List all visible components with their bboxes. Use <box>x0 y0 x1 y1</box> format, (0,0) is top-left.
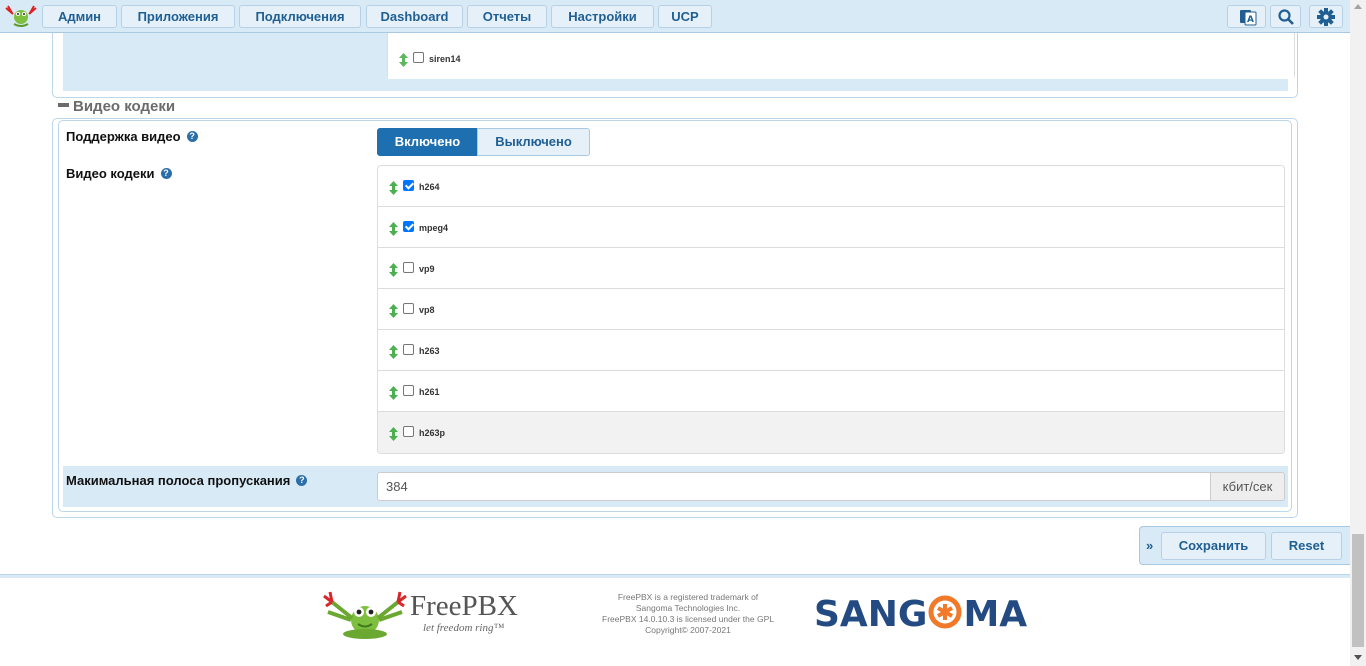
codec-checkbox[interactable] <box>403 385 414 396</box>
help-icon[interactable]: ? <box>186 131 198 143</box>
drag-handle-icon[interactable] <box>389 427 398 441</box>
drag-handle-icon[interactable] <box>389 345 398 359</box>
codec-checkbox[interactable] <box>403 180 414 191</box>
codec-label: h263 <box>419 346 440 356</box>
svg-text:A: A <box>1247 15 1254 25</box>
codec-checkbox[interactable] <box>403 303 414 314</box>
codec-checkbox[interactable] <box>403 426 414 437</box>
list-item: vp8 <box>378 289 1284 330</box>
vertical-scrollbar[interactable] <box>1350 0 1366 666</box>
nav-reports[interactable]: Отчеты <box>467 5 547 28</box>
codec-label: vp8 <box>419 305 435 315</box>
language-button[interactable]: A <box>1227 5 1266 28</box>
bandwidth-unit-addon: кбит/сек <box>1210 472 1285 501</box>
list-item: vp9 <box>378 248 1284 289</box>
codec-label: h263p <box>419 428 446 438</box>
reset-button[interactable]: Reset <box>1271 532 1342 560</box>
drag-handle-icon[interactable] <box>389 304 398 318</box>
codec-label: siren14 <box>429 54 461 64</box>
footer-divider <box>0 574 1350 578</box>
video-codecs-section-header[interactable]: Видео кодеки <box>58 98 175 116</box>
settings-button[interactable] <box>1309 5 1343 28</box>
sangoma-asterisk-icon <box>928 595 962 629</box>
scroll-down-icon[interactable] <box>1354 655 1362 660</box>
double-chevron-right-icon[interactable]: » <box>1146 538 1153 553</box>
nav-admin[interactable]: Админ <box>42 5 117 28</box>
codec-checkbox[interactable] <box>413 52 424 63</box>
freepbx-wordmark: FreePBX <box>410 590 518 622</box>
freepbx-tagline: let freedom ring™ <box>423 622 505 634</box>
audio-codecs-section: siren14 <box>52 33 1298 98</box>
section-title: Видео кодеки <box>73 98 176 115</box>
codec-label: h264 <box>419 182 440 192</box>
top-navbar: Админ Приложения Подключения Dashboard О… <box>0 0 1350 33</box>
save-button[interactable]: Сохранить <box>1161 532 1266 560</box>
nav-dashboard[interactable]: Dashboard <box>366 5 463 28</box>
codec-checkbox[interactable] <box>403 344 414 355</box>
search-icon <box>1278 9 1294 25</box>
scroll-thumb[interactable] <box>1352 534 1364 647</box>
video-support-on-button[interactable]: Включено <box>377 128 478 156</box>
nav-settings[interactable]: Настройки <box>551 5 654 28</box>
drag-handle-icon[interactable] <box>399 53 408 67</box>
search-button[interactable] <box>1270 5 1301 28</box>
help-icon[interactable]: ? <box>160 168 172 180</box>
language-icon: A <box>1240 10 1257 26</box>
video-codecs-label: Видео кодеки? <box>66 166 172 181</box>
list-item: h263p <box>378 412 1284 453</box>
collapse-icon[interactable] <box>58 103 69 108</box>
max-bandwidth-input[interactable]: 384 <box>377 472 1212 501</box>
codec-label: h261 <box>419 387 440 397</box>
list-item: siren14 <box>388 38 1294 79</box>
nav-ucp[interactable]: UCP <box>658 5 712 28</box>
video-support-label: Поддержка видео? <box>66 129 198 144</box>
video-codec-list: h264 mpeg4 vp9 vp8 h263 h261 h263p <box>377 165 1285 454</box>
nav-applications[interactable]: Приложения <box>121 5 235 28</box>
help-icon[interactable]: ? <box>296 475 308 487</box>
codec-checkbox[interactable] <box>403 262 414 273</box>
list-item: h264 <box>378 166 1284 207</box>
sangoma-logo[interactable]: SANG MA <box>814 594 1027 635</box>
legal-notice: FreePBX is a registered trademark of San… <box>602 592 774 635</box>
freepbx-frog-logo[interactable] <box>320 590 410 640</box>
drag-handle-icon[interactable] <box>389 386 398 400</box>
freepbx-logo-icon[interactable] <box>4 4 38 28</box>
video-support-off-button[interactable]: Выключено <box>477 128 590 156</box>
codec-checkbox[interactable] <box>403 221 414 232</box>
nav-connectivity[interactable]: Подключения <box>239 5 361 28</box>
max-bandwidth-label: Макимальная полоса пропускания? <box>66 473 308 488</box>
action-bar: » Сохранить Reset <box>1139 526 1350 565</box>
drag-handle-icon[interactable] <box>389 263 398 277</box>
codec-label: mpeg4 <box>419 223 449 233</box>
audio-codec-list: siren14 <box>387 33 1295 79</box>
scroll-up-icon[interactable] <box>1354 4 1362 9</box>
audio-codecs-row: siren14 <box>63 33 1295 91</box>
codec-label: vp9 <box>419 264 435 274</box>
list-item: h261 <box>378 371 1284 412</box>
list-item: mpeg4 <box>378 207 1284 248</box>
list-item: h263 <box>378 330 1284 371</box>
drag-handle-icon[interactable] <box>389 222 398 236</box>
drag-handle-icon[interactable] <box>389 181 398 195</box>
gear-icon <box>1317 8 1335 26</box>
